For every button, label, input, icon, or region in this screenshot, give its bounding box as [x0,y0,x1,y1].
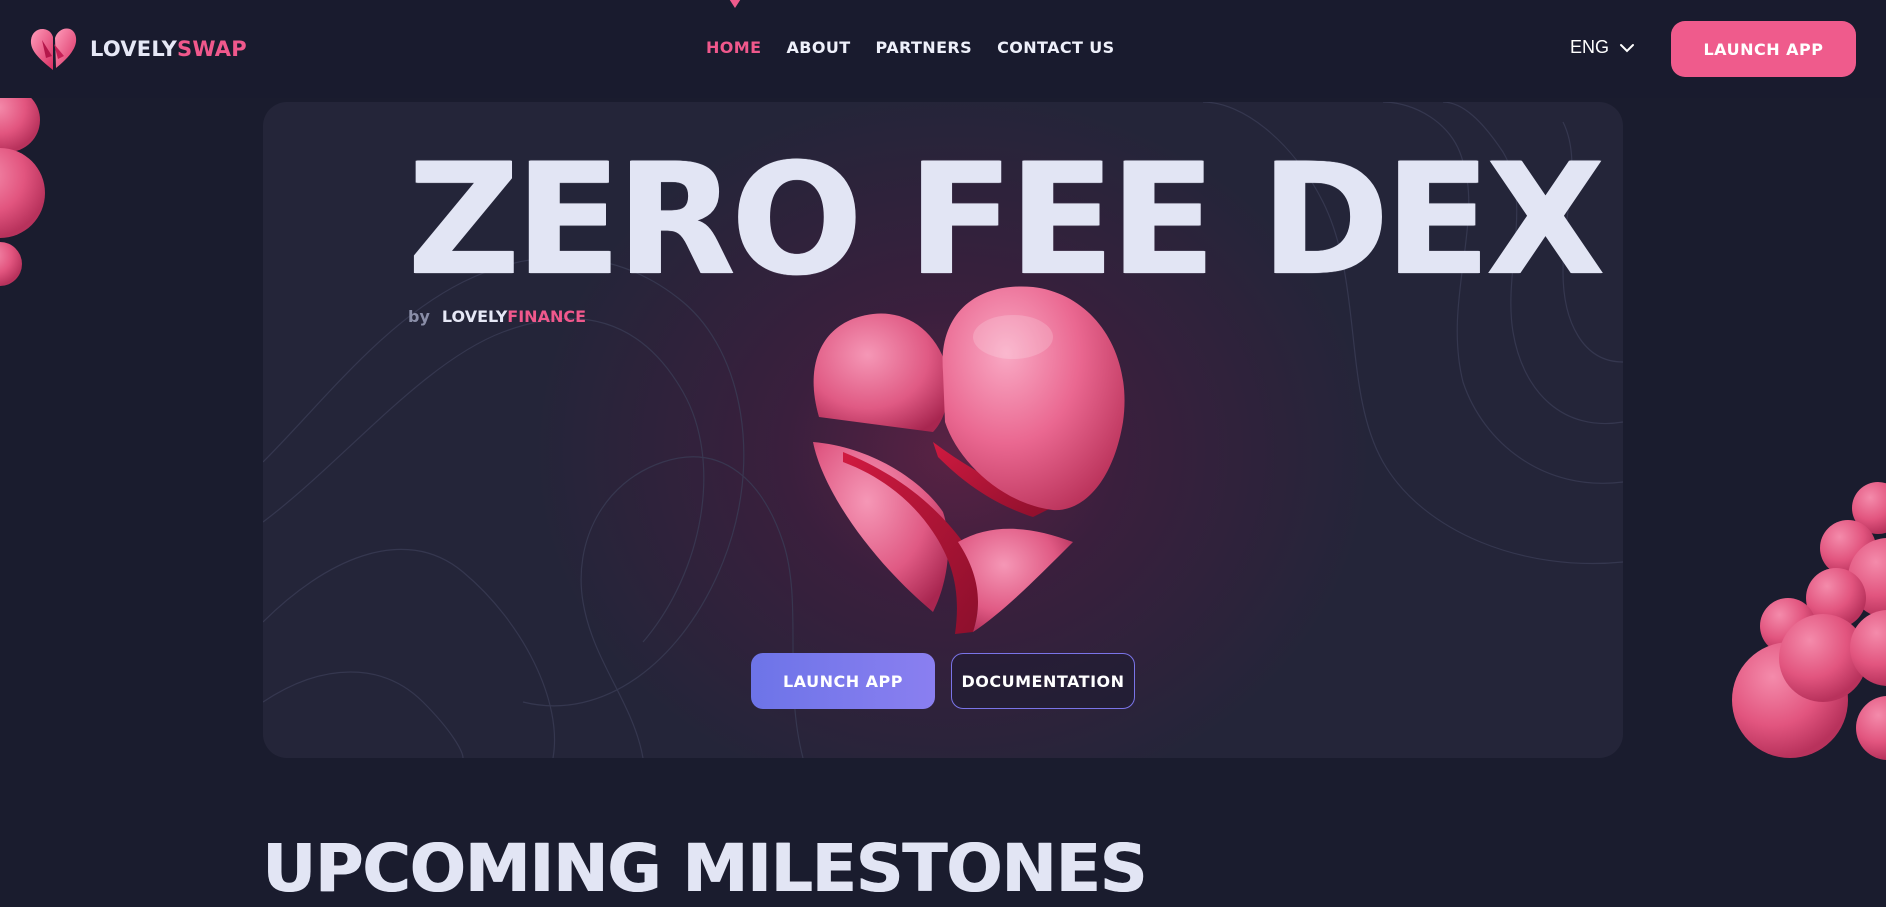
nav-about[interactable]: ABOUT [786,38,850,57]
main-nav: HOME ABOUT PARTNERS CONTACT US [706,38,1140,57]
milestones-title: UPCOMING MILESTONES [262,830,1147,907]
heart-logo-icon [30,28,77,70]
nav-partners[interactable]: PARTNERS [876,38,973,57]
heart-tip-icon [729,0,741,8]
logo[interactable]: LOVELYSWAP [28,26,247,72]
nav-contact-us[interactable]: CONTACT US [997,38,1115,57]
logo-text: LOVELYSWAP [90,37,247,61]
site-header: LOVELYSWAP HOME ABOUT PARTNERS CONTACT U… [0,0,1886,98]
language-selector[interactable]: ENG [1570,37,1635,58]
hero-byline: by LOVELY FINANCE [408,307,586,326]
nav-home[interactable]: HOME [706,38,761,57]
hero-launch-app-button[interactable]: LAUNCH APP [751,653,935,709]
documentation-button[interactable]: DOCUMENTATION [951,653,1135,709]
decorative-balls-right [1732,482,1886,760]
byline-brand-accent: FINANCE [507,307,587,326]
chevron-down-icon [1620,43,1635,52]
header-launch-app-button[interactable]: LAUNCH APP [1671,21,1856,77]
hero-card: ZERO FEE DEX by LOVELY FINANCE LAUNCH AP… [263,102,1623,758]
byline-brand-primary: LOVELY [441,307,508,326]
byline-prefix: by [408,307,430,326]
decorative-balls-left [0,88,45,286]
language-value: ENG [1570,37,1610,57]
3d-heart-image [813,286,1125,634]
